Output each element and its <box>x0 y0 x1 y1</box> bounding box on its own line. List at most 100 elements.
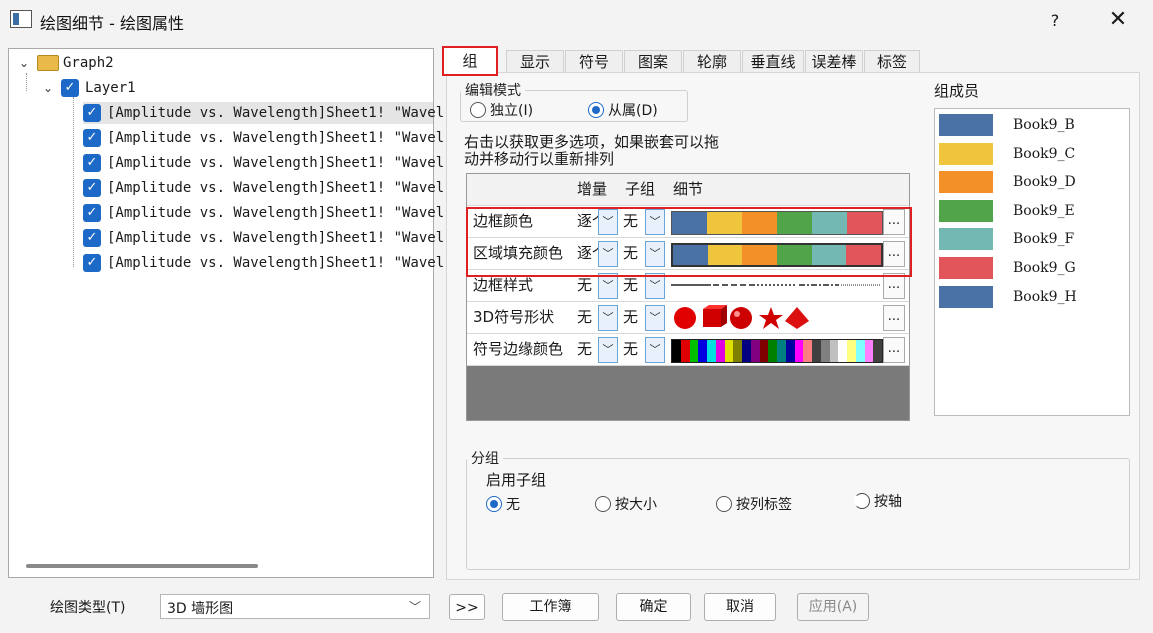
member-item[interactable]: Book9_G <box>939 256 1076 280</box>
header-detail: 细节 <box>673 180 704 198</box>
folder-icon <box>37 55 59 71</box>
plot-checkbox[interactable]: ✓ <box>83 129 101 147</box>
horizontal-scrollbar[interactable] <box>26 564 258 568</box>
layer-checkbox[interactable]: ✓ <box>61 79 79 97</box>
color-swatch <box>939 143 993 165</box>
radio-independent[interactable]: 独立(I) <box>470 100 533 122</box>
plot-tree[interactable]: ⌄ Graph2 ⌄ ✓ Layer1 ✓ [Amplitude vs. Wav… <box>8 48 444 578</box>
increment-value: 无 <box>577 308 593 326</box>
tree-node-graph[interactable]: ⌄ Graph2 <box>17 52 114 74</box>
radio-icon[interactable] <box>716 496 732 512</box>
enable-subgroup-label: 启用子组 <box>486 471 547 489</box>
help-button[interactable]: ? <box>1040 8 1070 34</box>
chevron-down-icon[interactable]: ﹀ <box>598 305 618 331</box>
tab-symbol[interactable]: 符号 <box>565 50 623 72</box>
radio-subgroup-by-axis[interactable]: 按轴 <box>854 491 902 513</box>
tree-node-plot[interactable]: ✓ [Amplitude vs. Wavelength]Sheet1! "Wav… <box>83 152 444 174</box>
member-name: Book9_H <box>1013 289 1077 305</box>
more-button[interactable]: ... <box>883 337 905 363</box>
color-swatch <box>939 171 993 193</box>
radio-icon[interactable] <box>470 102 486 118</box>
3d-shape-preview[interactable] <box>673 305 813 331</box>
line-style-preview[interactable] <box>671 280 881 290</box>
member-name: Book9_F <box>1013 231 1075 247</box>
radio-selected-icon[interactable] <box>588 102 604 118</box>
chevron-down-icon[interactable]: ﹀ <box>645 337 665 363</box>
tree-node-plot[interactable]: ✓ [Amplitude vs. Wavelength]Sheet1! "Wav… <box>83 202 444 224</box>
tab-error-bars[interactable]: 误差棒 <box>805 50 863 72</box>
tree-node-plot[interactable]: ✓ [Amplitude vs. Wavelength]Sheet1! "Wav… <box>83 127 444 149</box>
tree-node-label: [Amplitude vs. Wavelength]Sheet1! "Wavel <box>107 255 445 271</box>
tab-display[interactable]: 显示 <box>506 50 564 72</box>
color-list-preview[interactable] <box>671 339 883 363</box>
tree-node-plot[interactable]: ✓ [Amplitude vs. Wavelength]Sheet1! "Wav… <box>83 252 444 274</box>
color-swatch <box>939 228 993 250</box>
radio-label: 按轴 <box>874 494 902 510</box>
grouping-group: 分组 <box>466 448 1130 570</box>
tree-node-plot[interactable]: ✓ [Amplitude vs. Wavelength]Sheet1! "Wav… <box>83 227 444 249</box>
member-name: Book9_G <box>1013 260 1076 276</box>
radio-subgroup-by-column-label[interactable]: 按列标签 <box>716 494 792 516</box>
tab-pattern[interactable]: 图案 <box>624 50 682 72</box>
tab-group[interactable]: 组 <box>442 46 498 76</box>
tree-node-label: Graph2 <box>63 55 114 71</box>
plot-checkbox[interactable]: ✓ <box>83 179 101 197</box>
color-swatch <box>939 286 993 308</box>
cancel-button[interactable]: 取消 <box>704 593 776 621</box>
radio-icon[interactable] <box>595 496 611 512</box>
tab-outline[interactable]: 轮廓 <box>683 50 741 72</box>
more-button[interactable]: ... <box>883 305 905 331</box>
radio-subgroup-none[interactable]: 无 <box>486 494 520 516</box>
grid-row-3d-symbol-shape[interactable]: 3D符号形状 无 ﹀ 无 ﹀ ... <box>467 302 909 334</box>
tree-node-plot[interactable]: ✓ [Amplitude vs. Wavelength]Sheet1! "Wav… <box>83 177 444 199</box>
grid-row-symbol-edge-color[interactable]: 符号边缘颜色 无 ﹀ 无 ﹀ ... <box>467 334 909 366</box>
ok-button[interactable]: 确定 <box>616 593 691 621</box>
tree-connector <box>26 73 27 91</box>
radio-subgroup-by-size[interactable]: 按大小 <box>595 494 657 516</box>
ball-icon <box>730 307 752 329</box>
apply-button[interactable]: 应用(A) <box>797 593 869 621</box>
tree-node-layer[interactable]: ⌄ ✓ Layer1 <box>41 77 136 99</box>
chevron-down-icon[interactable]: ⌄ <box>17 56 31 70</box>
tree-node-plot[interactable]: ✓ [Amplitude vs. Wavelength]Sheet1! "Wav… <box>83 102 444 124</box>
plot-checkbox[interactable]: ✓ <box>83 104 101 122</box>
plot-checkbox[interactable]: ✓ <box>83 254 101 272</box>
edit-mode-legend: 编辑模式 <box>465 83 521 99</box>
cube-icon <box>703 309 721 327</box>
plot-checkbox[interactable]: ✓ <box>83 154 101 172</box>
window-title: 绘图细节 - 绘图属性 <box>40 14 184 33</box>
plot-checkbox[interactable]: ✓ <box>83 204 101 222</box>
plot-checkbox[interactable]: ✓ <box>83 229 101 247</box>
sphere-icon <box>674 307 696 329</box>
workbook-button[interactable]: 工作簿 <box>502 593 599 621</box>
plot-type-label: 绘图类型(T) <box>50 600 126 616</box>
member-item[interactable]: Book9_D <box>939 170 1076 194</box>
radio-label: 从属(D) <box>608 103 658 119</box>
group-members-list[interactable]: Book9_B Book9_C Book9_D Book9_E Book9_F … <box>934 108 1130 416</box>
member-item[interactable]: Book9_B <box>939 113 1075 137</box>
chevron-down-icon[interactable]: ⌄ <box>41 81 55 95</box>
close-button[interactable]: ✕ <box>1100 6 1136 34</box>
chevron-down-icon[interactable]: ﹀ <box>645 305 665 331</box>
member-item[interactable]: Book9_E <box>939 199 1075 223</box>
member-item[interactable]: Book9_C <box>939 142 1075 166</box>
app-icon <box>10 10 32 28</box>
chevron-down-icon[interactable]: ﹀ <box>598 337 618 363</box>
member-item[interactable]: Book9_F <box>939 227 1074 251</box>
plot-type-select[interactable]: 3D 墙形图 ﹀ <box>160 594 430 619</box>
expand-button[interactable]: >> <box>449 594 485 620</box>
grid-header: 增量 子组 细节 <box>467 174 909 206</box>
radio-label: 按大小 <box>615 497 657 513</box>
radio-selected-icon[interactable] <box>486 496 502 512</box>
chevron-down-icon: ﹀ <box>408 600 421 614</box>
subgroup-value: 无 <box>623 308 639 326</box>
color-swatch <box>939 200 993 222</box>
member-item[interactable]: Book9_H <box>939 285 1077 309</box>
tab-labels[interactable]: 标签 <box>864 50 920 72</box>
tree-node-label: [Amplitude vs. Wavelength]Sheet1! "Wavel <box>107 205 445 221</box>
radio-label: 独立(I) <box>490 103 534 119</box>
radio-icon[interactable] <box>854 493 870 509</box>
radio-dependent[interactable]: 从属(D) <box>588 100 658 122</box>
tab-drop-lines[interactable]: 垂直线 <box>742 50 804 72</box>
row-label: 3D符号形状 <box>473 308 555 326</box>
